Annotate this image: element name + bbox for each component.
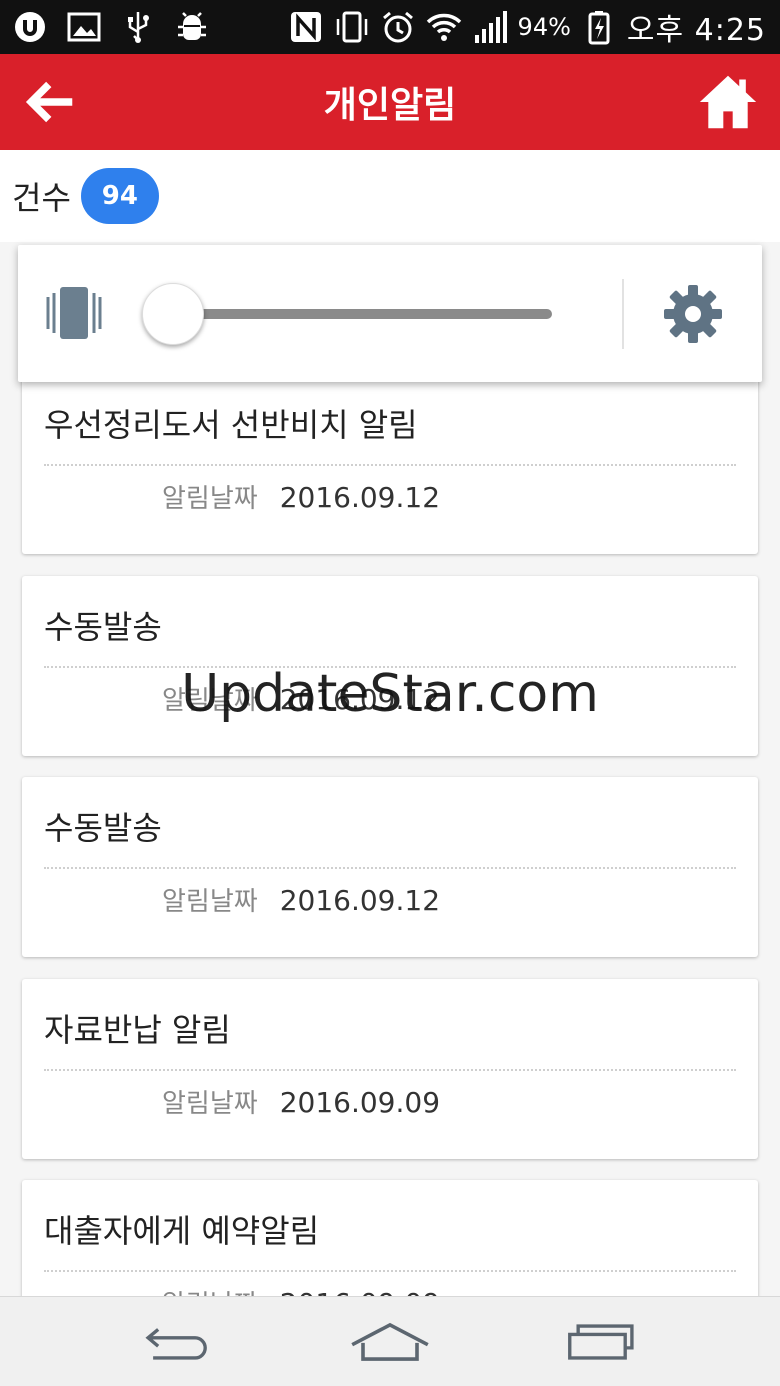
volume-panel — [18, 245, 762, 382]
date-value: 2016.09.12 — [279, 884, 441, 917]
home-nav-icon — [351, 1322, 429, 1361]
date-label: 알림날짜 — [162, 887, 258, 917]
date-label: 알림날짜 — [162, 484, 258, 514]
card-divider — [44, 1270, 736, 1272]
notification-title: 수동발송 — [44, 608, 162, 646]
alarm-icon — [380, 9, 416, 45]
notification-card[interactable]: 우선정리도서 선반비치 알림 알림날짜 2016.09.12 — [22, 374, 758, 554]
app-bar: 개인알림 — [0, 54, 780, 150]
back-nav-icon — [145, 1328, 207, 1360]
nav-recents-button[interactable] — [550, 1311, 650, 1373]
vibrate-icon[interactable] — [42, 283, 106, 343]
battery-charging-icon — [581, 9, 617, 45]
date-value: 2016.09.09 — [280, 1287, 440, 1296]
nav-home-button[interactable] — [340, 1311, 440, 1373]
gear-icon[interactable] — [662, 283, 724, 345]
back-button[interactable] — [18, 72, 78, 132]
count-label: 건수 — [12, 179, 71, 217]
date-value: 2016.09.12 — [279, 481, 441, 514]
usb-icon — [120, 9, 156, 45]
android-debug-icon — [174, 9, 210, 45]
notification-meta: 알림날짜 2016.09.09 — [162, 1284, 440, 1296]
wifi-icon — [426, 9, 462, 45]
notification-meta: 알림날짜 2016.09.12 — [162, 680, 440, 717]
card-divider — [44, 867, 736, 869]
volume-slider-track[interactable] — [188, 309, 552, 319]
u-app-icon — [12, 9, 48, 45]
notification-card[interactable]: 자료반납 알림 알림날짜 2016.09.09 — [22, 979, 758, 1159]
date-value: 2016.09.12 — [279, 683, 441, 716]
vibrate-icon — [334, 9, 370, 45]
notification-title: 수동발송 — [44, 809, 162, 847]
card-divider — [44, 666, 736, 668]
notification-card[interactable]: 수동발송 알림날짜 2016.09.12 — [22, 576, 758, 756]
page-title: 개인알림 — [323, 85, 457, 126]
notification-title: 자료반납 알림 — [44, 1011, 231, 1049]
count-row: 건수 94 — [0, 150, 780, 242]
notification-card[interactable]: 수동발송 알림날짜 2016.09.12 — [22, 777, 758, 957]
date-value: 2016.09.09 — [279, 1086, 441, 1119]
date-label: 알림날짜 — [162, 1284, 258, 1296]
volume-slider-thumb[interactable] — [142, 283, 204, 345]
notification-meta: 알림날짜 2016.09.12 — [162, 881, 440, 918]
card-divider — [44, 464, 736, 466]
notification-meta: 알림날짜 2016.09.12 — [162, 478, 440, 515]
notification-meta: 알림날짜 2016.09.09 — [162, 1083, 440, 1120]
notification-card[interactable]: 대출자에게 예약알림 알림날짜 2016.09.09 — [22, 1180, 758, 1296]
home-icon — [699, 75, 757, 129]
recents-nav-icon — [568, 1324, 634, 1360]
nav-back-button[interactable] — [130, 1311, 230, 1373]
count-badge: 94 — [80, 168, 159, 224]
home-button[interactable] — [696, 70, 760, 134]
image-icon — [66, 9, 102, 45]
status-bar: 94% 오후 4:25 — [0, 0, 780, 54]
battery-percent: 94% — [517, 13, 571, 41]
notification-title: 우선정리도서 선반비치 알림 — [44, 406, 418, 444]
clock-time: 오후 4:25 — [626, 13, 766, 48]
navigation-bar — [0, 1296, 780, 1386]
notification-list[interactable]: 우선정리도서 선반비치 알림 알림날짜 2016.09.12 수동발송 알림날짜… — [0, 242, 780, 1296]
back-arrow-icon — [25, 81, 73, 123]
notification-title: 대출자에게 예약알림 — [44, 1212, 320, 1250]
nfc-icon — [288, 9, 324, 45]
panel-divider — [622, 279, 624, 349]
date-label: 알림날짜 — [162, 1089, 258, 1119]
card-divider — [44, 1069, 736, 1071]
signal-icon — [472, 9, 508, 45]
date-label: 알림날짜 — [162, 686, 258, 716]
